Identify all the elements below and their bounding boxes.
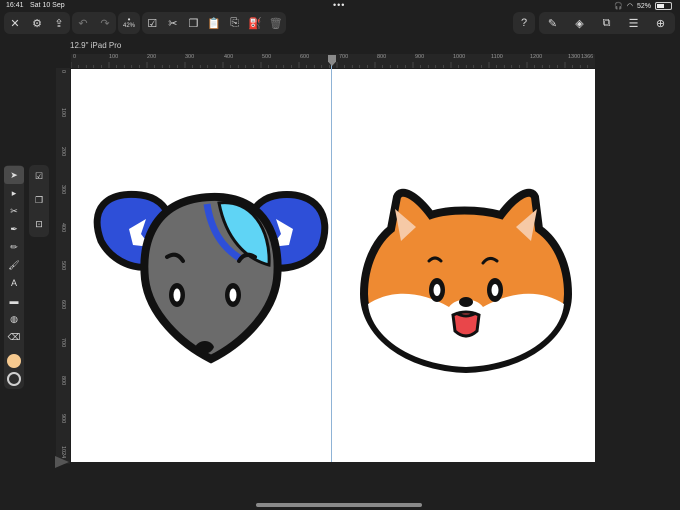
settings-icon[interactable]: ⚙ <box>26 12 48 34</box>
help-button[interactable]: ? <box>513 12 535 34</box>
assets-icon[interactable]: ⊡ <box>29 215 49 233</box>
layers-icon[interactable]: ☰ <box>620 12 647 34</box>
ruler-h-label: 1366 <box>581 54 594 60</box>
ruler-v-label: 200 <box>60 147 66 157</box>
ruler-v-label: 100 <box>60 108 66 118</box>
paint-bucket-icon[interactable]: ⛽ <box>245 12 266 34</box>
ruler-h-label: 0 <box>73 54 77 60</box>
artwork[interactable] <box>71 69 595 462</box>
ruler-h-label: 400 <box>224 54 234 60</box>
shiba-illustration[interactable] <box>359 188 573 374</box>
help-group: ? <box>513 12 535 34</box>
fill-color-swatch[interactable] <box>7 354 21 368</box>
ruler-h-label: 600 <box>300 54 310 60</box>
edit-toolbar: ☑ ✂ ❐ 📋 ⎘ ⛽ 🗑 <box>142 12 286 34</box>
transform-icon[interactable]: ⧉ <box>593 12 620 34</box>
ruler-h-label: 1300 <box>568 54 581 60</box>
multitasking-dots[interactable]: ••• <box>333 0 345 10</box>
cut-icon[interactable]: ✂ <box>163 12 184 34</box>
rectangle-tool-icon[interactable]: ▬ <box>4 292 24 310</box>
file-toolbar: ✕ ⚙ ⇪ <box>4 12 70 34</box>
pencil-tool-icon[interactable]: ✏ <box>4 238 24 256</box>
brush-persona-icon[interactable]: ✎ <box>539 12 566 34</box>
close-icon[interactable]: ✕ <box>4 12 26 34</box>
ruler-v-label: 800 <box>60 376 66 386</box>
status-bar: 16:41 Sat 10 Sep ••• 🎧 ◠ 52% <box>0 0 680 11</box>
mouse-illustration[interactable] <box>93 190 329 364</box>
eraser-tool-icon[interactable]: ⌫ <box>4 328 24 346</box>
share-icon[interactable]: ⇪ <box>48 12 70 34</box>
headphones-icon: 🎧 <box>614 3 623 10</box>
ruler-v-label: 900 <box>60 414 66 424</box>
ruler-v-label: 600 <box>60 300 66 310</box>
undo-icon[interactable]: ↶ <box>72 12 94 34</box>
ruler-h-label: 1100 <box>491 54 503 60</box>
ruler-h-label: 700 <box>339 54 349 60</box>
delete-icon[interactable]: 🗑 <box>265 12 286 34</box>
ruler-h-label: 1000 <box>453 54 466 60</box>
documents-icon[interactable]: ❐ <box>29 191 49 209</box>
corner-tool-icon[interactable]: ✂ <box>4 202 24 220</box>
ruler-v-label: 0 <box>60 70 66 74</box>
node-select-icon[interactable]: ▸ <box>4 184 24 202</box>
status-time: 16:41 <box>6 2 24 9</box>
battery-percent: 52% <box>636 2 651 10</box>
tools-panel: ➤ ▸ ✂ ✒ ✏ 🖌 A ▬ ◍ ⌫ <box>4 165 24 389</box>
status-right: 🎧 ◠ 52% <box>614 2 672 10</box>
zoom-control[interactable]: • 42% <box>118 12 140 34</box>
add-icon[interactable]: ⊕ <box>647 12 674 34</box>
ruler-v-label: 500 <box>60 261 66 271</box>
vertical-guide-line[interactable] <box>331 55 332 462</box>
brush-tool-icon[interactable]: 🖌 <box>4 256 24 274</box>
history-toolbar: ↶ ↷ <box>72 12 116 34</box>
ruler-v-label: 400 <box>60 223 66 233</box>
battery-icon <box>655 2 672 10</box>
text-tool-icon[interactable]: A <box>4 274 24 292</box>
home-indicator[interactable] <box>256 503 422 507</box>
wifi-icon: ◠ <box>626 3 633 10</box>
ruler-v-label: 700 <box>60 338 66 348</box>
ruler-v-label: 1024 <box>60 446 66 459</box>
move-tool-icon[interactable]: ➤ <box>4 166 24 184</box>
select-all-icon[interactable]: ☑ <box>142 12 163 34</box>
fill-tool-icon[interactable]: ◍ <box>4 310 24 328</box>
status-date: Sat 10 Sep <box>30 2 65 9</box>
ruler-h-label: 200 <box>147 54 157 60</box>
paste-icon[interactable]: 📋 <box>204 12 225 34</box>
stroke-color-swatch[interactable] <box>7 372 21 386</box>
redo-icon[interactable]: ↷ <box>94 12 116 34</box>
ruler-h-label: 900 <box>415 54 425 60</box>
ruler-h-label: 500 <box>262 54 272 60</box>
ruler-h-label: 800 <box>377 54 387 60</box>
zoom-level: 42% <box>122 23 135 29</box>
clipboard-check-icon[interactable]: ☑ <box>29 167 49 185</box>
studio-panel: ☑ ❐ ⊡ <box>29 165 49 237</box>
personas-toolbar: ✎ ◈ ⧉ ☰ ⊕ <box>539 12 675 34</box>
copy-icon[interactable]: ❐ <box>183 12 204 34</box>
ruler-h-label: 100 <box>109 54 119 60</box>
pen-tool-icon[interactable]: ✒ <box>4 220 24 238</box>
vertical-ruler[interactable]: 0 100 200 300 400 500 600 700 800 900 10… <box>56 68 70 464</box>
node-tool-icon[interactable]: ◈ <box>566 12 593 34</box>
duplicate-icon[interactable]: ⎘ <box>224 12 245 34</box>
ruler-h-label: 300 <box>185 54 195 60</box>
document-title: 12.9" iPad Pro <box>70 41 122 50</box>
ruler-v-label: 300 <box>60 185 66 195</box>
zoom-button[interactable]: • 42% <box>118 12 140 34</box>
artboard-canvas[interactable] <box>71 69 595 462</box>
ruler-h-label: 1200 <box>530 54 543 60</box>
